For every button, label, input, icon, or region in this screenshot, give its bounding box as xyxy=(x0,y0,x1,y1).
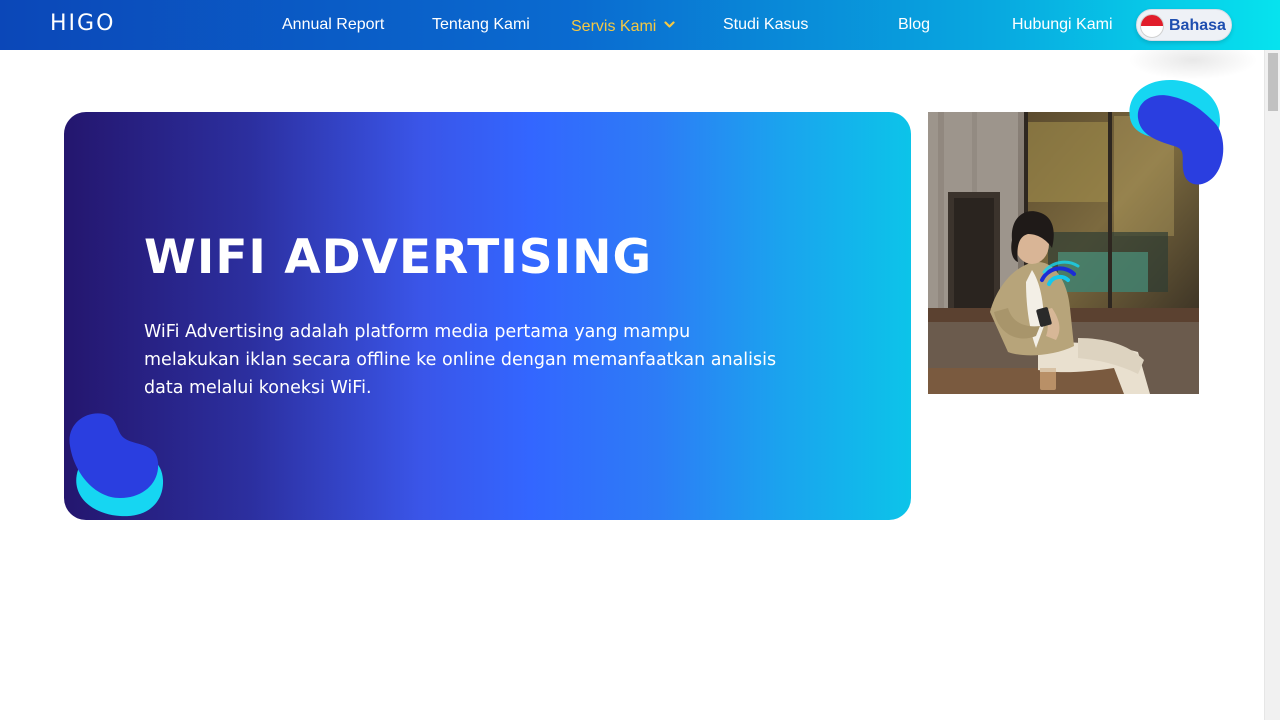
indonesia-flag-icon xyxy=(1140,14,1164,38)
language-button[interactable]: Bahasa xyxy=(1136,9,1232,41)
hero-description: WiFi Advertising adalah platform media p… xyxy=(144,322,777,398)
nav-studi-kasus[interactable]: Studi Kasus xyxy=(723,15,808,35)
nav-annual-report[interactable]: Annual Report xyxy=(282,15,384,35)
nav-servis-kami-label: Servis Kami xyxy=(571,18,657,35)
nav-servis-kami[interactable]: Servis Kami xyxy=(571,15,675,37)
navbar: HIGO Annual Report Tentang Kami Servis K… xyxy=(0,0,1280,50)
scrollbar-thumb[interactable] xyxy=(1268,53,1278,111)
nav-blog[interactable]: Blog xyxy=(898,15,930,35)
hero-title: WIFI ADVERTISING xyxy=(144,230,653,285)
language-label: Bahasa xyxy=(1169,17,1226,34)
chevron-down-icon xyxy=(664,15,675,35)
hero-banner: WIFI ADVERTISING WiFi Advertising adalah… xyxy=(64,112,911,520)
vertical-scrollbar[interactable] xyxy=(1264,50,1280,720)
nav-tentang-kami[interactable]: Tentang Kami xyxy=(432,15,530,35)
higo-logo[interactable]: HIGO xyxy=(50,11,115,37)
nav-hubungi-kami[interactable]: Hubungi Kami xyxy=(1012,15,1113,35)
decorative-blob-icon xyxy=(1129,80,1224,185)
decorative-blob-icon xyxy=(69,413,164,517)
